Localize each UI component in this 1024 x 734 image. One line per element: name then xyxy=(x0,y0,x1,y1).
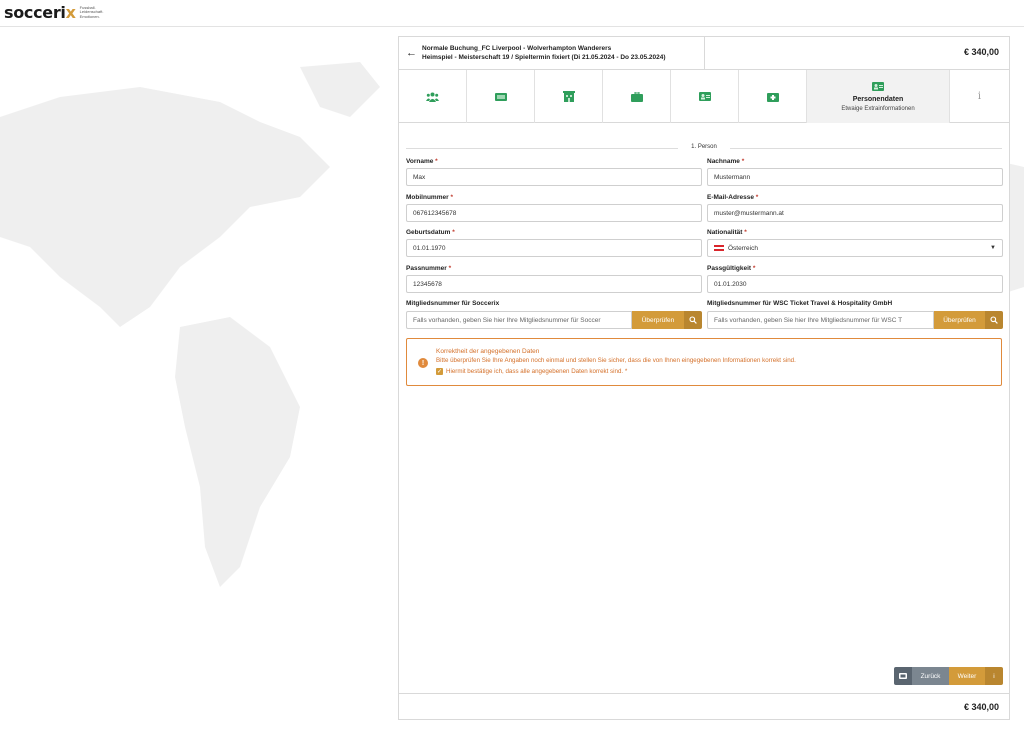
info-icon: i xyxy=(993,672,995,680)
top-bar: soccerix Fussball. Leidenschaft. Emotion… xyxy=(0,0,1024,27)
member-wsc-check-button[interactable]: Überprüfen xyxy=(934,311,985,329)
passport-validity-field[interactable]: 01.01.2030 xyxy=(707,275,1003,293)
booking-title: Normale Buchung_FC Liverpool - Wolverham… xyxy=(422,45,666,61)
medical-kit-icon xyxy=(766,91,779,102)
nationality-select[interactable]: Österreich ▼ xyxy=(707,239,1003,257)
member-soccerix-check-button[interactable]: Überprüfen xyxy=(632,311,684,329)
step-luggage[interactable] xyxy=(603,70,671,123)
luggage-icon xyxy=(630,91,643,102)
member-wsc-input[interactable]: Falls vorhanden, geben Sie hier Ihre Mit… xyxy=(707,311,934,329)
arrow-left-icon[interactable]: ← xyxy=(406,47,417,59)
mobile-label: Mobilnummer * xyxy=(406,194,453,201)
booking-steps: Personendaten Etwaige Extrainformationen… xyxy=(399,70,1009,123)
passport-label: Passnummer * xyxy=(406,265,452,272)
ticket-icon xyxy=(899,673,907,679)
next-button[interactable]: Weiter xyxy=(949,667,985,685)
first-name-field[interactable]: Max xyxy=(406,168,702,186)
last-name-field[interactable]: Mustermann xyxy=(707,168,1003,186)
last-name-label: Nachname * xyxy=(707,158,745,165)
info-button[interactable]: i xyxy=(985,667,1003,685)
birthdate-field[interactable]: 01.01.1970 xyxy=(406,239,702,257)
hotel-icon xyxy=(562,91,575,102)
step-participants[interactable] xyxy=(399,70,467,123)
booking-panel: ← Normale Buchung_FC Liverpool - Wolverh… xyxy=(398,36,1010,720)
footer-price: € 340,00 xyxy=(963,702,999,712)
brand-wordmark: soccerix xyxy=(4,3,76,22)
step-id[interactable] xyxy=(671,70,739,123)
search-icon[interactable] xyxy=(985,311,1003,329)
chevron-down-icon: ▼ xyxy=(990,245,996,251)
step-info[interactable]: i xyxy=(950,70,1009,123)
back-button[interactable]: Zurück xyxy=(912,667,949,685)
email-field[interactable]: muster@mustermann.at xyxy=(707,204,1003,222)
ticket-summary-button[interactable] xyxy=(894,667,912,685)
member-soccerix-label: Mitgliedsnummer für Soccerix xyxy=(406,300,500,307)
warning-icon: ! xyxy=(418,358,428,368)
step-personal-data[interactable]: Personendaten Etwaige Extrainformationen xyxy=(807,70,950,123)
booking-header: ← Normale Buchung_FC Liverpool - Wolverh… xyxy=(399,37,1009,70)
confirm-checkbox[interactable]: ✓ xyxy=(436,368,443,375)
search-icon[interactable] xyxy=(684,311,702,329)
id-card-icon xyxy=(698,91,711,102)
booking-footer: € 340,00 xyxy=(399,693,1009,719)
header-price: € 340,00 xyxy=(963,47,999,57)
email-label: E-Mail-Adresse * xyxy=(707,194,759,201)
confirm-label: Hiermit bestätige ich, dass alle angegeb… xyxy=(446,368,628,375)
first-name-label: Vorname * xyxy=(406,158,438,165)
step-hotel[interactable] xyxy=(535,70,603,123)
person-section-header: 1. Person xyxy=(406,143,1002,153)
ticket-icon xyxy=(494,91,507,102)
step-title: Personendaten xyxy=(852,96,904,103)
nationality-value: Österreich xyxy=(728,244,758,252)
id-card-active-icon xyxy=(872,81,885,92)
brand-logo[interactable]: soccerix Fussball. Leidenschaft. Emotion… xyxy=(4,3,103,22)
navigation-actions: Zurück Weiter i xyxy=(894,667,1003,685)
notice-title: Korrektheit der angegebenen Daten xyxy=(436,348,540,355)
member-wsc-label: Mitgliedsnummer für WSC Ticket Travel & … xyxy=(707,300,893,307)
step-insurance[interactable] xyxy=(739,70,807,123)
member-soccerix-input[interactable]: Falls vorhanden, geben Sie hier Ihre Mit… xyxy=(406,311,632,329)
passport-validity-label: Passgültigkeit * xyxy=(707,265,756,272)
mobile-field[interactable]: 067612345678 xyxy=(406,204,702,222)
group-icon xyxy=(426,91,439,102)
notice-text: Bitte überprüfen Sie Ihre Angaben noch e… xyxy=(436,357,796,364)
birthdate-label: Geburtsdatum * xyxy=(406,229,455,236)
data-accuracy-notice: ! Korrektheit der angegebenen Daten Bitt… xyxy=(406,338,1002,386)
brand-tagline: Fussball. Leidenschaft. Emotionen. xyxy=(79,4,104,19)
passport-field[interactable]: 12345678 xyxy=(406,275,702,293)
austria-flag-icon xyxy=(714,244,724,251)
confirm-checkbox-row[interactable]: ✓ Hiermit bestätige ich, dass alle angeg… xyxy=(436,368,627,375)
step-tickets[interactable] xyxy=(467,70,535,123)
nationality-label: Nationalität * xyxy=(707,229,747,236)
step-subtitle: Etwaige Extrainformationen xyxy=(841,106,915,112)
info-icon: i xyxy=(977,91,982,102)
